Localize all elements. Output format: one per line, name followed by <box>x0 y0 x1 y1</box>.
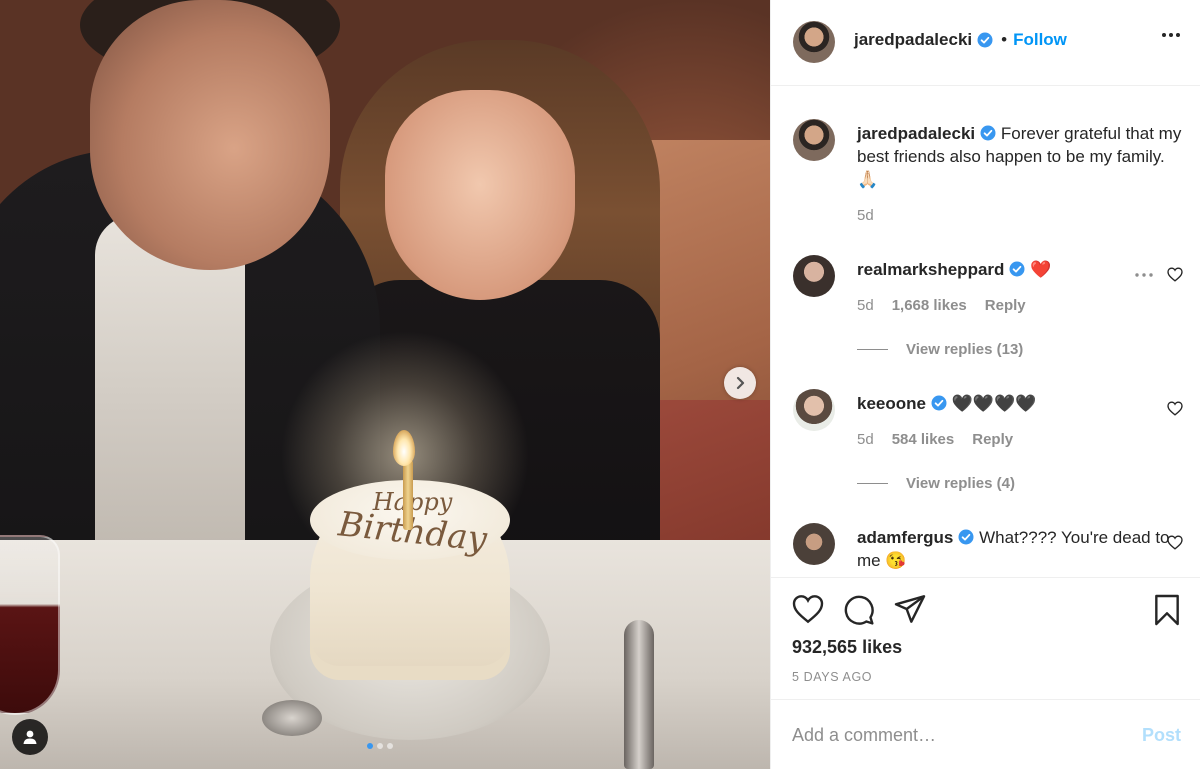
verified-badge-icon <box>931 395 947 411</box>
likes-count[interactable]: 932,565 likes <box>792 637 902 658</box>
post-header: jaredpadalecki • Follow <box>771 0 1200 86</box>
comment-meta: 5d 1,668 likes Reply <box>857 297 1026 314</box>
comment-bubble-icon[interactable] <box>843 594 875 626</box>
commenter-avatar[interactable] <box>793 523 835 565</box>
more-options-icon[interactable] <box>1161 32 1181 38</box>
caption: jaredpadalecki Forever grateful that my … <box>793 119 1183 229</box>
caption-time[interactable]: 5d <box>857 207 874 224</box>
comment-time[interactable]: 5d <box>857 297 874 314</box>
view-replies-button[interactable]: View replies (4) <box>857 475 1015 492</box>
chevron-right-icon <box>736 376 745 390</box>
follow-button[interactable]: Follow <box>1013 30 1067 50</box>
carousel-dot <box>387 743 393 749</box>
comment-likes[interactable]: 584 likes <box>892 431 955 448</box>
comment-like-heart-icon[interactable] <box>1167 267 1183 282</box>
comment-item: realmarksheppard ❤️ 5d 1,668 likes Reply… <box>793 255 1183 365</box>
comment-text-block: adamfergus What???? You're dead to me 😘 <box>857 526 1187 572</box>
commenter-username[interactable]: adamfergus <box>857 528 953 547</box>
carousel-dot <box>377 743 383 749</box>
view-replies-label: View replies (4) <box>906 475 1015 492</box>
verified-badge-icon <box>958 529 974 545</box>
header-separator: • <box>1001 30 1008 49</box>
caption-meta: 5d <box>857 207 874 224</box>
woman-face <box>385 90 575 300</box>
view-replies-button[interactable]: View replies (13) <box>857 341 1023 358</box>
carousel-indicator <box>367 743 393 749</box>
comment-text-block: keeoone 🖤🖤🖤🖤 <box>857 392 1187 415</box>
view-replies-label: View replies (13) <box>906 341 1024 358</box>
wine-glass <box>0 535 60 715</box>
tagged-users-button[interactable] <box>12 719 48 755</box>
view-replies-line <box>857 349 888 350</box>
comment-more-icon[interactable] <box>1135 273 1153 277</box>
add-comment-bar: Post <box>771 699 1200 769</box>
comment-reply-button[interactable]: Reply <box>972 431 1013 448</box>
comment-text: ❤️ <box>1030 260 1052 279</box>
verified-badge-icon <box>980 125 996 141</box>
candle-flame <box>393 430 415 466</box>
verified-badge-icon <box>977 32 993 48</box>
comment-meta: 5d 584 likes Reply <box>857 431 1013 448</box>
comment-item: keeoone 🖤🖤🖤🖤 5d 584 likes Reply View rep… <box>793 389 1183 499</box>
commenter-username[interactable]: keeoone <box>857 394 926 413</box>
post-actions: 932,565 likes 5 DAYS AGO <box>771 577 1200 699</box>
comment-text-block: realmarksheppard ❤️ <box>857 258 1187 281</box>
bookmark-icon[interactable] <box>1153 594 1181 626</box>
comment-text: 🖤🖤🖤🖤 <box>951 394 1037 413</box>
man-face <box>90 0 330 270</box>
add-comment-input[interactable] <box>792 720 1122 750</box>
like-heart-icon[interactable] <box>792 594 824 624</box>
post-time-ago[interactable]: 5 DAYS AGO <box>792 670 872 684</box>
verified-badge-icon <box>1009 261 1025 277</box>
share-send-icon[interactable] <box>894 594 926 624</box>
caption-text-block: jaredpadalecki Forever grateful that my … <box>857 122 1187 191</box>
commenter-avatar[interactable] <box>793 389 835 431</box>
user-icon <box>23 730 37 744</box>
commenter-username[interactable]: realmarksheppard <box>857 260 1004 279</box>
caption-avatar[interactable] <box>793 119 835 161</box>
comment-likes[interactable]: 1,668 likes <box>892 297 967 314</box>
candle <box>403 460 413 530</box>
comments-list[interactable]: jaredpadalecki Forever grateful that my … <box>771 87 1200 577</box>
comment-like-heart-icon[interactable] <box>1167 535 1183 550</box>
carousel-next-button[interactable] <box>724 367 756 399</box>
post-photo[interactable]: HappyBirthday <box>0 0 770 769</box>
post-comment-button[interactable]: Post <box>1142 725 1181 746</box>
author-avatar[interactable] <box>793 21 835 63</box>
commenter-avatar[interactable] <box>793 255 835 297</box>
fork <box>624 620 654 769</box>
post-details-panel: jaredpadalecki • Follow jaredpadalecki F… <box>770 0 1200 769</box>
comment-like-heart-icon[interactable] <box>1167 401 1183 416</box>
comment-item: adamfergus What???? You're dead to me 😘 <box>793 523 1183 577</box>
author-username[interactable]: jaredpadalecki <box>854 30 972 50</box>
caption-username[interactable]: jaredpadalecki <box>857 124 975 143</box>
comment-reply-button[interactable]: Reply <box>985 297 1026 314</box>
view-replies-line <box>857 483 888 484</box>
carousel-dot-active <box>367 743 373 749</box>
spoon <box>262 700 322 736</box>
comment-time[interactable]: 5d <box>857 431 874 448</box>
